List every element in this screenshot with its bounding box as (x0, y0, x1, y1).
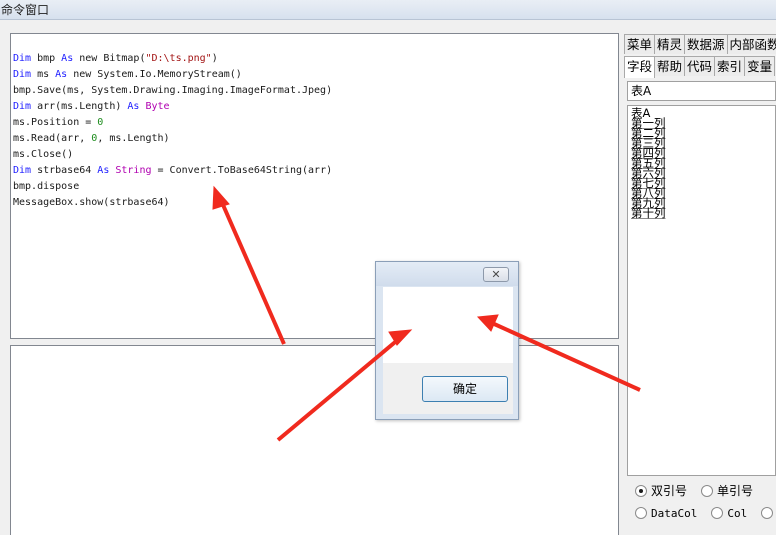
code-token: strbase64 (31, 165, 98, 176)
code-line: Dim ms As new System.Io.MemoryStream() (13, 67, 332, 83)
dialog-message-area (383, 287, 513, 363)
tab-row-bottom: 字段 帮助 代码 索引 变量 (624, 56, 776, 78)
code-line: Dim arr(ms.Length) As Byte (13, 99, 332, 115)
table-select[interactable]: 表A (627, 81, 776, 101)
code-token: ms (31, 69, 56, 80)
code-token-ty: Byte (145, 101, 170, 112)
field-list-item[interactable]: 第十列 (631, 207, 775, 219)
code-token-kw: Dim (13, 53, 32, 64)
close-button[interactable]: ✕ (483, 267, 509, 282)
code-token-kw: Dim (13, 165, 32, 176)
code-token-kw: As (127, 101, 140, 112)
code-line: ms.Close() (13, 147, 332, 163)
radio-option[interactable]: 无 (761, 505, 776, 521)
radio-option[interactable]: Col (711, 507, 747, 520)
code-editor[interactable]: Dim bmp As new Bitmap("D:\ts.png") Dim ms… (10, 33, 619, 339)
radio-label: DataCol (651, 506, 698, 520)
radio-label: 双引号 (651, 484, 688, 498)
tab-row-top: 菜单 精灵 数据源 内部函数 (624, 34, 776, 56)
code-token-kw: As (61, 53, 74, 64)
close-icon: ✕ (491, 268, 501, 281)
radio-option[interactable]: DataCol (635, 507, 697, 520)
code-token: new System.Io.MemoryStream() (67, 69, 242, 80)
code-token-kw: Dim (13, 101, 32, 112)
output-pane[interactable] (10, 345, 619, 535)
tab-帮助[interactable]: 帮助 (654, 56, 686, 76)
tab-内部函数[interactable]: 内部函数 (726, 34, 776, 54)
field-list[interactable]: 表A 第一列 第二列 第三列 第四列 第五列 第六列 第七列 第八列 第九列 第十列 (627, 105, 776, 476)
code-token: MessageBox.show(strbase64) (13, 197, 170, 208)
code-token: ms.Read(arr, (13, 133, 92, 144)
tab-精灵[interactable]: 精灵 (654, 34, 686, 54)
format-options: DataCol Col 无 (635, 505, 776, 521)
window-title: 命令窗口 (1, 3, 50, 17)
code-token-num: 0 (97, 117, 104, 128)
tab-代码[interactable]: 代码 (684, 56, 716, 76)
tab-菜单[interactable]: 菜单 (624, 34, 656, 54)
ok-button[interactable]: 确定 (422, 376, 508, 402)
message-box-dialog: ✕ 确定 (375, 261, 519, 420)
code-token-str: "D:\ts.png" (145, 53, 212, 64)
code-token: ms.Position = (13, 117, 98, 128)
table-select-value: 表A (631, 84, 652, 98)
tab-索引[interactable]: 索引 (714, 56, 746, 76)
code-token-kw: As (97, 165, 110, 176)
radio-label: 单引号 (717, 484, 754, 498)
code-token: bmp.dispose (13, 181, 80, 192)
code-line: Dim strbase64 As String = Convert.ToBase… (13, 163, 332, 179)
tab-变量[interactable]: 变量 (744, 56, 776, 76)
tab-字段[interactable]: 字段 (624, 56, 656, 78)
radio-button[interactable] (635, 507, 647, 519)
code-lines: Dim bmp As new Bitmap("D:\ts.png") Dim ms… (13, 51, 332, 211)
code-token-ty: String (115, 165, 152, 176)
code-token: = Convert.ToBase64String(arr) (151, 165, 333, 176)
code-line: bmp.Save(ms, System.Drawing.Imaging.Imag… (13, 83, 332, 99)
code-line: ms.Position = 0 (13, 115, 332, 131)
code-token: ms.Close() (13, 149, 74, 160)
quote-options: 双引号 单引号 (635, 482, 767, 499)
code-token: bmp.Save(ms, System.Drawing.Imaging.Imag… (13, 85, 333, 96)
tab-数据源[interactable]: 数据源 (684, 34, 728, 54)
code-token: arr(ms.Length) (31, 101, 128, 112)
code-token: , ms.Length) (97, 133, 170, 144)
right-panel: 菜单 精灵 数据源 内部函数 字段 帮助 代码 索引 变量 表A 表A 第一列 第二列 第三列 第四列… (624, 33, 776, 535)
code-line: Dim bmp As new Bitmap("D:\ts.png") (13, 51, 332, 67)
radio-label: Col (727, 506, 748, 520)
code-line: bmp.dispose (13, 179, 332, 195)
code-line: ms.Read(arr, 0, ms.Length) (13, 131, 332, 147)
radio-button[interactable] (635, 484, 647, 497)
window-title-bar: 命令窗口 (0, 0, 776, 20)
radio-button[interactable] (711, 507, 724, 519)
code-token: ) (211, 53, 218, 64)
radio-option[interactable]: 双引号 (635, 482, 687, 499)
code-token-kw: As (55, 69, 68, 80)
code-line: MessageBox.show(strbase64) (13, 195, 332, 211)
radio-option[interactable]: 单引号 (701, 482, 753, 499)
radio-button[interactable] (761, 507, 774, 519)
code-token: new Bitmap( (73, 53, 146, 64)
code-token: bmp (31, 53, 62, 64)
radio-button[interactable] (701, 484, 714, 497)
code-token-kw: Dim (13, 69, 32, 80)
